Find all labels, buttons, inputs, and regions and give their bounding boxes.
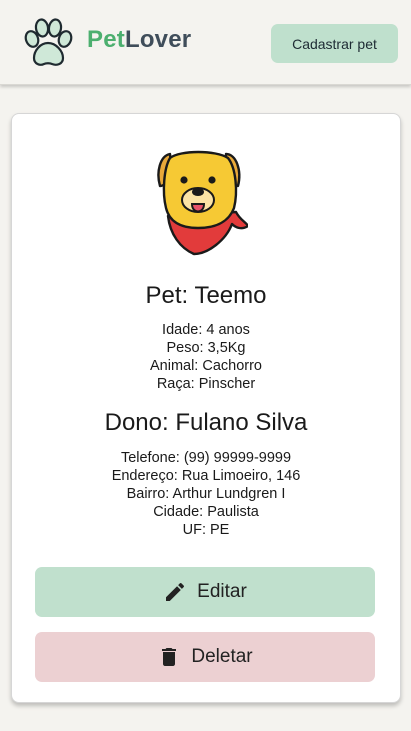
owner-details: Telefone: (99) 99999-9999 Endereço: Rua … bbox=[12, 449, 400, 539]
delete-button[interactable]: Deletar bbox=[35, 632, 375, 682]
pet-age: Idade: 4 anos bbox=[162, 322, 250, 338]
owner-neighborhood: Bairro: Arthur Lundgren I bbox=[126, 486, 286, 502]
dog-avatar-icon bbox=[156, 150, 250, 258]
register-pet-button[interactable]: Cadastrar pet bbox=[271, 24, 398, 63]
pet-name-heading: Pet: Teemo bbox=[145, 282, 267, 309]
pet-detail-card: Pet: Teemo Idade: 4 anos Peso: 3,5Kg Ani… bbox=[11, 113, 401, 703]
delete-button-label: Deletar bbox=[191, 646, 253, 667]
paw-icon[interactable] bbox=[22, 17, 74, 69]
brand-part-pet: Pet bbox=[87, 26, 125, 53]
owner-city: Cidade: Paulista bbox=[153, 504, 259, 520]
owner-name-heading: Dono: Fulano Silva bbox=[104, 409, 308, 436]
owner-state: UF: PE bbox=[182, 522, 230, 538]
edit-button-label: Editar bbox=[197, 581, 247, 602]
trash-icon bbox=[157, 645, 181, 669]
pet-species: Animal: Cachorro bbox=[149, 358, 262, 374]
owner-address: Endereço: Rua Limoeiro, 146 bbox=[111, 468, 301, 484]
pet-weight: Peso: 3,5Kg bbox=[166, 340, 246, 356]
brand-part-lover: Lover bbox=[124, 26, 192, 53]
pet-breed: Raça: Pinscher bbox=[156, 376, 256, 392]
edit-button[interactable]: Editar bbox=[35, 567, 375, 617]
app-brand[interactable]: PetLover bbox=[87, 26, 191, 54]
pencil-icon bbox=[163, 580, 187, 604]
pet-details: Idade: 4 anos Peso: 3,5Kg Animal: Cachor… bbox=[12, 321, 400, 393]
top-navbar: PetLover Cadastrar pet bbox=[0, 0, 411, 85]
owner-phone: Telefone: (99) 99999-9999 bbox=[120, 450, 292, 466]
